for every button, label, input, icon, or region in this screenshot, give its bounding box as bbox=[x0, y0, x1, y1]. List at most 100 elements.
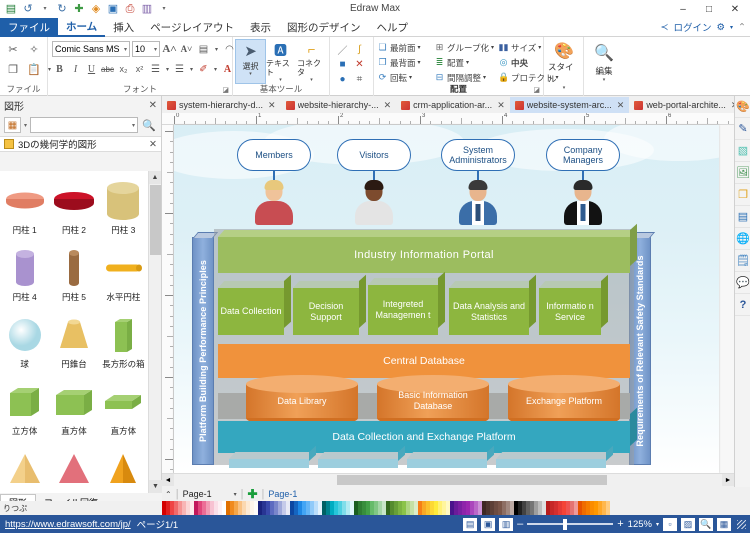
pen-icon[interactable]: ✎ bbox=[735, 118, 750, 140]
format-painter-icon[interactable]: ✧ bbox=[25, 41, 43, 57]
fit-page-button[interactable]: ▫ bbox=[663, 517, 677, 531]
line-spacing-icon[interactable]: ☰ bbox=[148, 61, 163, 77]
shape-item[interactable]: 円錐台 bbox=[49, 305, 98, 372]
horizontal-ruler[interactable]: 0123456 bbox=[162, 113, 734, 125]
portal-band[interactable]: Industry Information Portal bbox=[218, 223, 637, 273]
share-icon[interactable]: ≺ bbox=[661, 22, 669, 33]
edrawsoft-url-link[interactable]: https://www.edrawsoft.com/jp/ bbox=[5, 519, 131, 530]
note-icon[interactable]: 🗒 bbox=[735, 250, 750, 272]
database-cylinder[interactable]: Basic Information Database bbox=[377, 375, 489, 427]
shape-item[interactable]: 立方体 bbox=[0, 372, 49, 439]
chevron-down-icon[interactable]: ▾ bbox=[234, 491, 237, 498]
grid-toggle-button[interactable]: ▦ bbox=[717, 517, 731, 531]
tab-page-layout[interactable]: ページレイアウト bbox=[142, 18, 242, 37]
shape-item[interactable]: 円柱 1 bbox=[0, 171, 49, 238]
left-pillar[interactable]: Platform Building Performance Principles bbox=[192, 232, 219, 465]
shape-item[interactable]: 円柱 4 bbox=[0, 238, 49, 305]
italic-icon[interactable]: I bbox=[68, 61, 83, 77]
scroll-left-icon[interactable]: ◄ bbox=[162, 474, 174, 486]
page-collapse-icon[interactable]: ⌃ bbox=[165, 490, 172, 499]
central-database-band[interactable]: Central Database bbox=[218, 344, 630, 378]
help-icon[interactable]: ? bbox=[735, 294, 750, 316]
tab-shape-design[interactable]: 図形のデザイン bbox=[279, 18, 369, 37]
shapes-search-input[interactable]: ▾ bbox=[30, 117, 138, 133]
role-system-administrators[interactable]: System Administrators bbox=[441, 139, 515, 225]
module-block[interactable]: Decision Support bbox=[293, 274, 366, 335]
color-swatches[interactable] bbox=[162, 501, 750, 515]
page-tab-page1[interactable]: Page-1 bbox=[268, 489, 297, 499]
database-cylinder[interactable]: Data Library bbox=[246, 375, 358, 427]
shape-item[interactable]: 水平円柱 bbox=[99, 238, 148, 305]
chevron-down-icon[interactable]: ▾ bbox=[212, 61, 219, 77]
zoom-out-button[interactable]: – bbox=[517, 518, 523, 530]
properties-icon[interactable]: ▤ bbox=[735, 206, 750, 228]
text-tool[interactable]: 🅰 テキスト ▾ bbox=[266, 40, 295, 83]
resize-grip[interactable] bbox=[737, 519, 746, 529]
tab-insert[interactable]: 挿入 bbox=[105, 18, 142, 37]
font-size-combobox[interactable]: 10 ▾ bbox=[132, 41, 160, 57]
module-block[interactable]: Integreted Managemen t bbox=[368, 271, 445, 335]
close-icon[interactable]: ✕ bbox=[617, 100, 625, 111]
collapse-ribbon-icon[interactable]: ⌃ bbox=[738, 22, 746, 33]
superscript-icon[interactable]: x² bbox=[132, 61, 147, 77]
text-highlight-icon[interactable]: ✐ bbox=[196, 61, 211, 77]
close-shape-icon[interactable]: ✕ bbox=[351, 57, 368, 72]
curve-shape-icon[interactable]: ∫ bbox=[351, 42, 368, 57]
vertical-ruler[interactable] bbox=[162, 125, 174, 485]
bold-icon[interactable]: B bbox=[52, 61, 67, 77]
shape-item[interactable]: 円柱 5 bbox=[49, 238, 98, 305]
chevron-down-icon[interactable]: ▾ bbox=[164, 61, 171, 77]
hyperlink-icon[interactable]: 🌐 bbox=[735, 228, 750, 250]
bottom-sliver[interactable] bbox=[407, 445, 494, 468]
decrease-font-size-icon[interactable]: A˅ bbox=[179, 41, 194, 57]
select-tool[interactable]: ➤ 選択 ▾ bbox=[235, 39, 266, 84]
login-link[interactable]: ログイン bbox=[673, 20, 711, 34]
center-button[interactable]: ◎ 中央 bbox=[498, 55, 544, 70]
shape-category-header[interactable]: 3Dの幾何学的図形 ✕ bbox=[0, 136, 161, 152]
font-name-combobox[interactable]: Comic Sans MS ▾ bbox=[52, 41, 130, 57]
shape-item[interactable]: 円柱 3 bbox=[99, 171, 148, 238]
search-icon[interactable]: 🔍 bbox=[141, 117, 157, 133]
scroll-up-icon[interactable]: ▲ bbox=[149, 171, 161, 184]
zoom-dropdown-icon[interactable]: ▾ bbox=[656, 521, 659, 528]
rectangle-shape-icon[interactable]: ■ bbox=[334, 57, 351, 72]
close-icon[interactable]: ✕ bbox=[149, 100, 157, 111]
bring-to-front-button[interactable]: ❏ 最前面 ▾ bbox=[377, 40, 431, 55]
canvas-hscrollbar[interactable]: ◄ ► bbox=[162, 473, 734, 486]
underline-icon[interactable]: U bbox=[84, 61, 99, 77]
bottom-sliver[interactable] bbox=[496, 445, 613, 468]
page-view-button[interactable]: ▣ bbox=[481, 517, 496, 531]
chevron-down-icon[interactable]: ▾ bbox=[213, 41, 220, 57]
page-selector[interactable]: Page-1 bbox=[183, 489, 212, 499]
close-icon[interactable]: ✕ bbox=[497, 100, 505, 111]
crop-shape-icon[interactable]: ⌗ bbox=[351, 72, 368, 87]
tab-view[interactable]: 表示 bbox=[242, 18, 279, 37]
comment-icon[interactable]: 💬 bbox=[735, 272, 750, 294]
shape-item[interactable]: 円柱 2 bbox=[49, 171, 98, 238]
tab-help[interactable]: ヘルプ bbox=[368, 18, 416, 37]
style-button[interactable]: 🎨 スタイル ▾ bbox=[548, 41, 580, 91]
shape-item[interactable]: 五角錐 bbox=[99, 439, 148, 493]
text-align-icon[interactable]: ▤ bbox=[196, 41, 211, 57]
increase-font-size-icon[interactable]: A˄ bbox=[162, 41, 177, 57]
shape-item[interactable]: 直方体 bbox=[99, 372, 148, 439]
document-tab[interactable]: system-hierarchy-d... ✕ bbox=[162, 97, 281, 113]
normal-view-button[interactable]: ▤ bbox=[463, 517, 478, 531]
tab-file[interactable]: ファイル bbox=[0, 18, 58, 37]
close-button[interactable]: ✕ bbox=[722, 0, 748, 18]
gear-icon[interactable]: ⚙ bbox=[716, 22, 725, 33]
ellipse-shape-icon[interactable]: ● bbox=[334, 72, 351, 87]
module-block[interactable]: Informatio n Service bbox=[539, 274, 608, 335]
shapes-panel-scrollbar[interactable]: ▲ ▼ bbox=[148, 171, 162, 493]
scroll-right-icon[interactable]: ► bbox=[722, 474, 734, 486]
document-tab-active[interactable]: website-system-arc... ✕ bbox=[509, 97, 630, 113]
color-swatch[interactable] bbox=[606, 501, 610, 515]
size-button[interactable]: ▮▮ サイズ ▾ bbox=[498, 40, 544, 55]
layers-icon[interactable]: ❐ bbox=[735, 184, 750, 206]
zoom-slider[interactable] bbox=[527, 518, 614, 530]
document-tab[interactable]: web-portal-archite... ✕ bbox=[629, 97, 744, 113]
connector-tool[interactable]: ⌐ コネクタ ▾ bbox=[297, 40, 326, 83]
add-page-button[interactable]: ✚ bbox=[247, 487, 257, 501]
shape-item[interactable]: 直方体 bbox=[49, 372, 98, 439]
close-icon[interactable]: ✕ bbox=[384, 100, 392, 111]
